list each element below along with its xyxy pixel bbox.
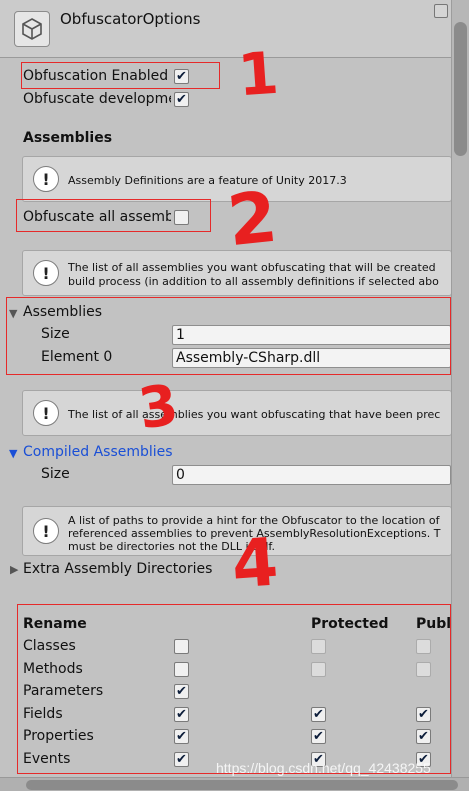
vertical-scrollbar-thumb[interactable]: [454, 22, 467, 156]
size-label: Size: [41, 466, 70, 482]
obfuscate-dev-checkbox[interactable]: ✔: [174, 92, 189, 107]
vertical-scrollbar[interactable]: [451, 0, 469, 777]
horizontal-scrollbar[interactable]: [0, 777, 469, 791]
info-icon: !: [33, 166, 59, 192]
info-icon: !: [33, 518, 59, 544]
inspector-panel: ObfuscatorOptions Obfuscation Enabled ✔ …: [0, 0, 451, 777]
annotation-number-3: 3: [134, 372, 183, 443]
annotation-box-4: [17, 604, 451, 774]
help-box-precompiled: ! The list of all assemblies you want ob…: [22, 390, 451, 436]
help-text-line2: build process (in addition to all assemb…: [68, 275, 439, 288]
help-text-line1: The list of all assemblies you want obfu…: [68, 261, 436, 274]
obfuscate-dev-row: Obfuscate developme ✔: [0, 89, 451, 111]
assemblies-heading: Assemblies: [23, 130, 113, 146]
help-text: The list of all assemblies you want obfu…: [68, 408, 441, 421]
annotation-box-1: [21, 62, 220, 89]
annotation-number-4: 4: [229, 523, 281, 604]
horizontal-scrollbar-thumb[interactable]: [26, 780, 458, 790]
settings-icon[interactable]: [434, 4, 448, 18]
annotation-box-2: [16, 199, 211, 232]
help-text: Assembly Definitions are a feature of Un…: [68, 174, 347, 187]
annotation-box-3: [6, 297, 451, 375]
annotation-number-1: 1: [235, 38, 281, 110]
inspector-title: ObfuscatorOptions: [60, 10, 201, 28]
unity-cube-icon: [14, 11, 50, 47]
extra-directories-foldout[interactable]: ▶ Extra Assembly Directories: [0, 559, 451, 581]
info-icon: !: [33, 400, 59, 426]
triangle-right-icon: ▶: [10, 563, 19, 576]
compiled-assemblies-foldout[interactable]: ▼ Compiled Assemblies: [0, 442, 451, 464]
compiled-size-row: Size 0: [0, 464, 451, 486]
inspector-header: ObfuscatorOptions: [0, 0, 451, 58]
info-icon: !: [33, 260, 59, 286]
compiled-size-field[interactable]: 0: [172, 465, 451, 485]
annotation-number-2: 2: [223, 175, 281, 263]
obfuscate-dev-label: Obfuscate developme: [23, 91, 171, 107]
watermark-text: https://blog.csdn.net/qq_42438255: [216, 760, 431, 776]
extra-directories-label: Extra Assembly Directories: [23, 561, 213, 577]
compiled-assemblies-label: Compiled Assemblies: [23, 444, 173, 460]
triangle-down-icon: ▼: [9, 447, 18, 460]
